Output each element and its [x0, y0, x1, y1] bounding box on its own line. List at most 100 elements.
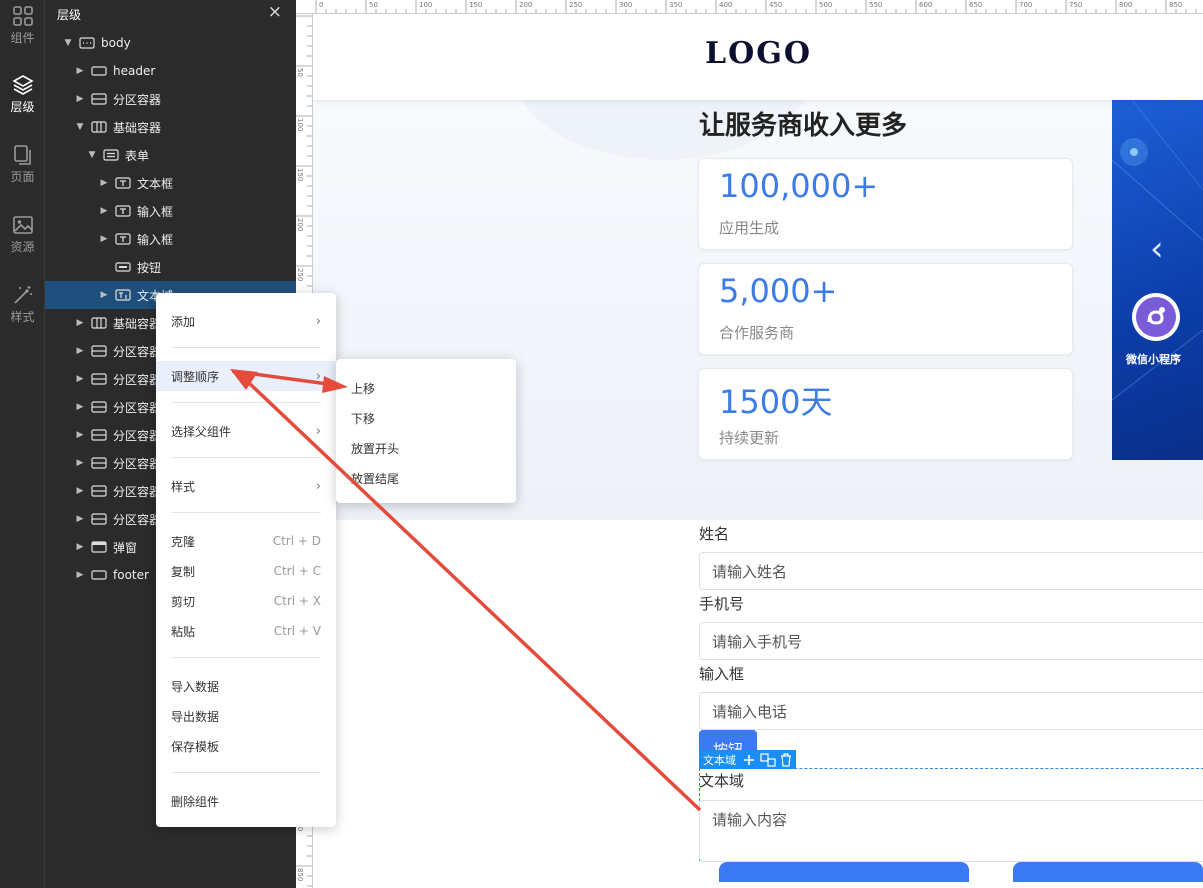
rail-components[interactable]: 组件	[0, 5, 45, 46]
section-icon	[91, 93, 107, 105]
caret-down-icon[interactable]: ▼	[75, 122, 85, 132]
menu-shortcut: Ctrl + C	[273, 564, 321, 578]
menu-label: 导出数据	[171, 709, 220, 724]
stat-card[interactable]: 5,000+ 合作服务商	[698, 263, 1073, 355]
caret-right-icon[interactable]: ▶	[75, 66, 85, 76]
caret-right-icon[interactable]: ▶	[99, 290, 109, 300]
caret-right-icon[interactable]: ▶	[75, 486, 85, 496]
menu-copy[interactable]: 复制 Ctrl + C	[156, 556, 336, 586]
submenu-move-to-end[interactable]: 放置结尾	[336, 463, 516, 493]
banner-label: 微信小程序	[1126, 353, 1181, 366]
menu-select-parent[interactable]: 选择父组件 ›	[156, 416, 336, 446]
layer-label: 分区容器	[113, 428, 162, 443]
caret-right-icon[interactable]: ▶	[99, 234, 109, 244]
layer-label: 文本框	[137, 176, 174, 191]
stat-label: 持续更新	[719, 429, 780, 447]
stat-card[interactable]: 100,000+ 应用生成	[698, 158, 1073, 250]
menu-clone[interactable]: 克隆 Ctrl + D	[156, 526, 336, 556]
caret-right-icon[interactable]: ▶	[75, 402, 85, 412]
image-icon	[12, 216, 33, 234]
field-label: 输入框	[699, 665, 745, 683]
menu-cut[interactable]: 剪切 Ctrl + X	[156, 586, 336, 616]
layer-node[interactable]: ▶ 输入框	[45, 225, 296, 253]
ruler-label: 50	[296, 68, 304, 77]
layers-icon	[11, 75, 34, 95]
menu-divider	[171, 347, 321, 348]
panel-title: 层级	[57, 8, 82, 22]
menu-export[interactable]: 导出数据	[156, 701, 336, 731]
layer-node[interactable]: ▶ header	[45, 57, 296, 85]
ruler-label: 200	[296, 218, 304, 231]
section-icon	[91, 429, 107, 441]
layer-node[interactable]: ▶ 文本框	[45, 169, 296, 197]
hero-title: 让服务商收入更多	[699, 111, 908, 141]
caret-right-icon[interactable]: ▶	[75, 570, 85, 580]
caret-right-icon[interactable]: ▶	[75, 458, 85, 468]
menu-shortcut: Ctrl + D	[272, 534, 321, 548]
caret-right-icon[interactable]: ▶	[99, 206, 109, 216]
submenu-move-down[interactable]: 下移	[336, 403, 516, 433]
menu-delete[interactable]: 删除组件	[156, 786, 336, 816]
stat-label: 合作服务商	[719, 324, 795, 342]
telephone-input[interactable]: 请输入电话	[699, 692, 1203, 730]
chevron-left-icon[interactable]: ‹	[1150, 232, 1164, 266]
section-icon	[91, 345, 107, 357]
caret-right-icon[interactable]: ▶	[75, 430, 85, 440]
header-icon	[91, 569, 107, 581]
container-icon	[91, 121, 107, 133]
caret-right-icon[interactable]: ▶	[75, 94, 85, 104]
grid-icon	[12, 6, 33, 26]
submenu-move-to-start[interactable]: 放置开头	[336, 433, 516, 463]
menu-label: 样式	[171, 479, 196, 494]
caret-down-icon[interactable]: ▼	[63, 38, 73, 48]
layer-node[interactable]: ▶ 输入框	[45, 197, 296, 225]
caret-right-icon[interactable]: ▶	[75, 542, 85, 552]
footer-button[interactable]	[719, 862, 969, 882]
ruler-label: 850	[296, 868, 304, 881]
menu-style[interactable]: 样式 ›	[156, 471, 336, 501]
menu-import[interactable]: 导入数据	[156, 671, 336, 701]
caret-down-icon[interactable]: ▼	[87, 150, 97, 160]
trash-icon[interactable]	[780, 752, 792, 767]
layer-node[interactable]: ▼ 表单	[45, 141, 296, 169]
textarea-icon	[115, 289, 131, 301]
caret-right-icon[interactable]: ▶	[75, 318, 85, 328]
textarea-label: 文本域	[699, 772, 745, 790]
submenu-move-up[interactable]: 上移	[336, 373, 516, 403]
caret-right-icon[interactable]: ▶	[75, 514, 85, 524]
caret-right-icon[interactable]: ▶	[99, 178, 109, 188]
layer-node[interactable]: ▼ body	[45, 29, 296, 57]
layer-node[interactable]: ▼ 基础容器	[45, 113, 296, 141]
banner-carousel[interactable]: ‹ 微信小程序	[1112, 100, 1203, 460]
layer-node[interactable]: ▶ 分区容器	[45, 85, 296, 113]
menu-paste[interactable]: 粘贴 Ctrl + V	[156, 616, 336, 646]
site-header[interactable]: LOGO	[313, 14, 1203, 100]
menu-reorder[interactable]: 调整顺序 ›	[156, 361, 336, 391]
rail-styles[interactable]: 样式	[0, 284, 45, 325]
form-section[interactable]: 姓名 请输入姓名 手机号 请输入手机号 输入框 请输入电话 按钮 文本域 文本域…	[313, 520, 1203, 888]
close-icon[interactable]: ×	[268, 2, 282, 22]
menu-label: 保存模板	[171, 739, 220, 754]
rail-label: 样式	[10, 310, 35, 324]
rail-pages[interactable]: 页面	[0, 144, 45, 185]
rail-assets[interactable]: 资源	[0, 214, 45, 255]
menu-label: 调整顺序	[171, 369, 220, 384]
section-icon	[91, 401, 107, 413]
menu-add[interactable]: 添加 ›	[156, 306, 336, 336]
phone-input[interactable]: 请输入手机号	[699, 622, 1203, 660]
caret-right-icon[interactable]: ▶	[75, 346, 85, 356]
menu-save-template[interactable]: 保存模板	[156, 731, 336, 761]
name-input[interactable]: 请输入姓名	[699, 552, 1203, 590]
stat-card[interactable]: 1500天 持续更新	[698, 368, 1073, 460]
form-icon	[103, 149, 119, 161]
layer-node[interactable]: 按钮	[45, 253, 296, 281]
menu-label: 选择父组件	[171, 424, 232, 439]
footer-button[interactable]	[1013, 862, 1203, 882]
caret-right-icon[interactable]: ▶	[75, 374, 85, 384]
rail-layers[interactable]: 层级	[0, 74, 45, 115]
textarea-input[interactable]: 请输入内容	[699, 800, 1203, 862]
menu-divider	[171, 512, 321, 513]
duplicate-icon[interactable]	[760, 752, 776, 767]
context-menu: 添加 › 调整顺序 › 选择父组件 › 样式 › 克隆 Ctrl + D 复制 Ctrl +…	[156, 293, 336, 827]
plus-icon[interactable]	[742, 753, 756, 767]
